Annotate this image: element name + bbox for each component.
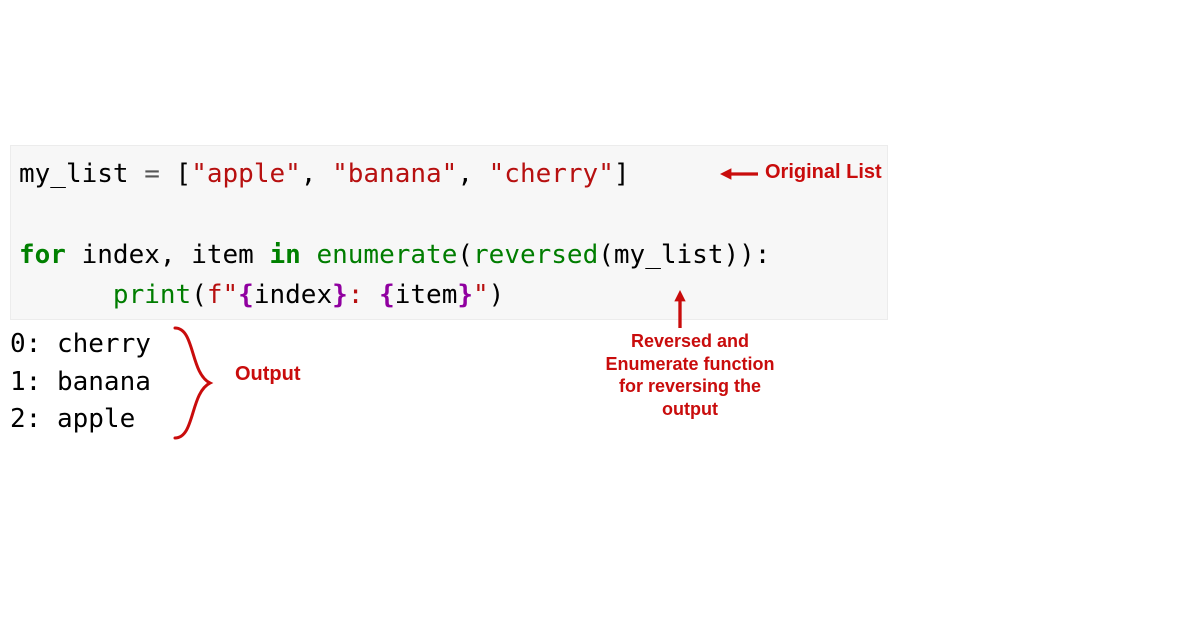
output-line: 0: cherry: [10, 329, 151, 359]
arrow-up-icon: [672, 290, 688, 328]
annotation-output: Output: [235, 363, 301, 386]
code-si-open: {: [379, 280, 395, 310]
code-str-cherry: "cherry": [489, 159, 614, 189]
code-close-bracket: ]: [614, 159, 630, 189]
code-open-paren: (: [191, 280, 207, 310]
output-line: 1: banana: [10, 367, 151, 397]
code-arg: my_list: [614, 240, 724, 270]
code-fprefix: f: [207, 280, 223, 310]
code-fstr-close: ": [473, 280, 489, 310]
output-line: 2: apple: [10, 404, 135, 434]
code-si-close: }: [457, 280, 473, 310]
code-assign-op: =: [129, 159, 176, 189]
code-fstr-mid: :: [348, 280, 379, 310]
code-close-paren: ): [489, 280, 505, 310]
code-si-open: {: [238, 280, 254, 310]
code-enumerate: enumerate: [316, 240, 457, 270]
code-si-name: item: [395, 280, 458, 310]
code-str-apple: "apple": [191, 159, 301, 189]
code-si-name: index: [254, 280, 332, 310]
code-si-close: }: [332, 280, 348, 310]
output-block: 0: cherry 1: banana 2: apple: [10, 326, 151, 439]
annotation-reversed: Reversed and Enumerate function for reve…: [600, 330, 780, 420]
code-open-paren: (: [598, 240, 614, 270]
arrow-left-icon: [720, 166, 758, 182]
code-fstr-open: ": [223, 280, 239, 310]
code-for-kw: for: [19, 240, 66, 270]
code-str-banana: "banana": [332, 159, 457, 189]
annotation-original-list: Original List: [765, 161, 882, 184]
code-open-bracket: [: [176, 159, 192, 189]
brace-icon: [170, 322, 220, 444]
code-colon: :: [755, 240, 771, 270]
code-var: my_list: [19, 159, 129, 189]
code-comma: ,: [457, 159, 488, 189]
code-print: print: [113, 280, 191, 310]
code-comma: ,: [160, 240, 191, 270]
code-close-paren: ): [723, 240, 739, 270]
code-open-paren: (: [457, 240, 473, 270]
code-close-paren: ): [739, 240, 755, 270]
code-in-kw: in: [270, 240, 301, 270]
code-reversed: reversed: [473, 240, 598, 270]
code-index-name: index: [82, 240, 160, 270]
code-item-name: item: [191, 240, 254, 270]
code-comma: ,: [301, 159, 332, 189]
